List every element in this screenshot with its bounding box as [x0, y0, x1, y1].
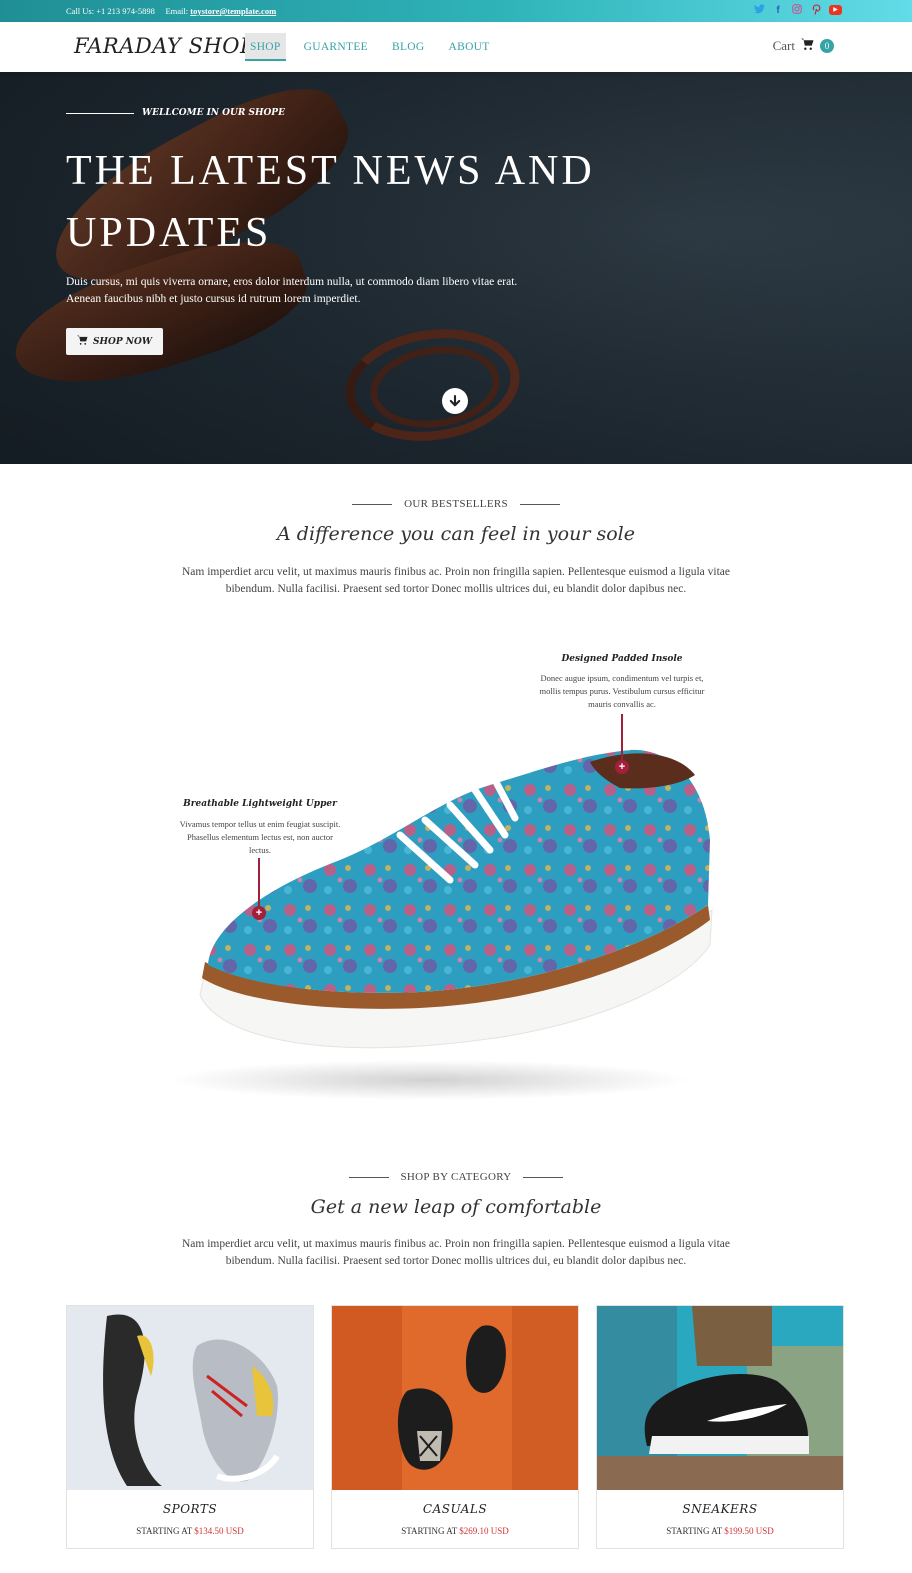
price-label: STARTING AT — [401, 1526, 458, 1536]
shop-now-button[interactable]: SHOP NOW — [66, 328, 163, 355]
price-amount: $269.10 USD — [459, 1526, 509, 1536]
brand-logo[interactable]: FARADAY SHOES — [74, 34, 271, 58]
bestsellers-kicker: OUR BESTSELLERS — [0, 498, 912, 510]
card-price: STARTING AT $134.50 USD — [67, 1526, 313, 1536]
social-links: f ▶ — [753, 4, 842, 17]
phone-text: Call Us: +1 213 974-5898 — [66, 6, 155, 16]
hero-title-line1: THE LATEST NEWS AND — [66, 148, 595, 194]
hero-kicker-text: WELLCOME IN OUR SHOPE — [142, 108, 285, 118]
category-kicker: SHOP BY CATEGORY — [0, 1171, 912, 1183]
callout-upper-text: Vivamus tempor tellus ut enim feugiat su… — [150, 818, 370, 857]
callout-insole-line2: mollis tempus purus. Vestibulum cursus e… — [539, 686, 705, 696]
callout-insole-title: Designed Padded Insole — [561, 654, 683, 664]
nav-item-about[interactable]: ABOUT — [443, 33, 496, 61]
bestsellers-text-line2: bibendum. Nulla facilisi. Praesent sed t… — [225, 583, 687, 595]
nav-item-blog[interactable]: BLOG — [386, 33, 431, 61]
kicker-line — [66, 112, 134, 114]
kicker-line — [352, 503, 393, 505]
hero-text-line1: Duis cursus, mi quis viverra ornare, ero… — [66, 276, 518, 288]
hero-banner: WELLCOME IN OUR SHOPE THE LATEST NEWS AN… — [0, 72, 912, 464]
insole-hotspot-icon[interactable]: + — [615, 760, 629, 774]
callout-upper-line — [258, 858, 260, 908]
top-contact-bar: Call Us: +1 213 974-5898 Email: toystore… — [0, 0, 912, 22]
kicker-line — [523, 1176, 564, 1178]
email-label: Email: — [165, 6, 189, 16]
category-card-sneakers[interactable]: SNEAKERS STARTING AT $199.50 USD — [596, 1305, 844, 1549]
callout-insole-line3: mauris convallis ac. — [588, 699, 656, 709]
scroll-down-icon[interactable] — [442, 388, 468, 414]
category-title: Get a new leap of comfortable — [310, 1196, 602, 1218]
bestsellers-text-line1: Nam imperdiet arcu velit, ut maximus mau… — [181, 566, 731, 578]
cart-label: Cart — [772, 38, 795, 53]
youtube-icon[interactable]: ▶ — [829, 5, 842, 15]
card-price: STARTING AT $269.10 USD — [332, 1526, 578, 1536]
hero-title: THE LATEST NEWS AND UPDATES — [66, 140, 666, 264]
cart-count-badge: 0 — [820, 39, 834, 53]
instagram-icon[interactable] — [791, 4, 803, 17]
category-text-line1: Nam imperdiet arcu velit, ut maximus mau… — [181, 1238, 731, 1250]
cart-icon — [801, 38, 814, 54]
callout-insole-line — [621, 714, 623, 762]
shop-now-label: SHOP NOW — [93, 336, 152, 347]
nav-item-guarntee[interactable]: GUARNTEE — [298, 33, 374, 61]
hero-title-line2: UPDATES — [66, 210, 272, 256]
bestsellers-title: A difference you can feel in your sole — [277, 523, 635, 545]
nav-menu: SHOP GUARNTEE BLOG ABOUT — [245, 33, 508, 61]
hero-text-line2: Aenean faucibus nibh et justo cursus id … — [66, 293, 361, 305]
upper-hotspot-icon[interactable]: + — [252, 906, 266, 920]
card-price: STARTING AT $199.50 USD — [597, 1526, 843, 1536]
category-card-sports[interactable]: SPORTS STARTING AT $134.50 USD — [66, 1305, 314, 1549]
nav-item-shop[interactable]: SHOP — [245, 33, 286, 61]
email-link[interactable]: toystore@template.com — [190, 6, 276, 16]
bestsellers-description: Nam imperdiet arcu velit, ut maximus mau… — [140, 564, 772, 598]
pinterest-icon[interactable] — [810, 4, 822, 17]
price-label: STARTING AT — [666, 1526, 723, 1536]
bestsellers-kicker-text: OUR BESTSELLERS — [404, 498, 508, 510]
sneakers-shoe-image — [597, 1306, 843, 1490]
cart-icon — [77, 335, 88, 348]
category-text-line2: bibendum. Nulla facilisi. Praesent sed t… — [225, 1255, 687, 1267]
callout-upper-line1: Vivamus tempor tellus ut enim feugiat su… — [179, 819, 341, 829]
casuals-shoe-image — [332, 1306, 578, 1490]
kicker-line — [519, 503, 560, 505]
sports-shoe-image — [67, 1306, 313, 1490]
main-navigation: FARADAY SHOES SHOP GUARNTEE BLOG ABOUT C… — [0, 22, 912, 72]
hero-description: Duis cursus, mi quis viverra ornare, ero… — [66, 274, 606, 308]
callout-upper-line2: Phasellus elementum lectus est, non auct… — [187, 832, 333, 842]
card-name: SNEAKERS — [682, 1502, 758, 1516]
category-kicker-text: SHOP BY CATEGORY — [400, 1171, 512, 1183]
contact-info: Call Us: +1 213 974-5898 Email: toystore… — [66, 6, 276, 16]
facebook-icon[interactable]: f — [772, 4, 784, 17]
cart-button[interactable]: Cart 0 — [773, 38, 834, 54]
category-description: Nam imperdiet arcu velit, ut maximus mau… — [140, 1236, 772, 1270]
price-label: STARTING AT — [136, 1526, 193, 1536]
callout-insole-text: Donec augue ipsum, condimentum vel turpi… — [505, 672, 739, 711]
category-card-casuals[interactable]: CASUALS STARTING AT $269.10 USD — [331, 1305, 579, 1549]
price-amount: $134.50 USD — [194, 1526, 244, 1536]
featured-shoe-image — [170, 749, 713, 1100]
kicker-line — [348, 1176, 389, 1178]
callout-insole-line1: Donec augue ipsum, condimentum vel turpi… — [540, 673, 704, 683]
price-amount: $199.50 USD — [724, 1526, 774, 1536]
hero-kicker: WELLCOME IN OUR SHOPE — [66, 108, 285, 118]
card-name: SPORTS — [162, 1502, 218, 1516]
card-name: CASUALS — [422, 1502, 488, 1516]
callout-upper-line3: lectus. — [249, 845, 271, 855]
callout-upper-title: Breathable Lightweight Upper — [183, 799, 337, 809]
twitter-icon[interactable] — [753, 4, 765, 17]
